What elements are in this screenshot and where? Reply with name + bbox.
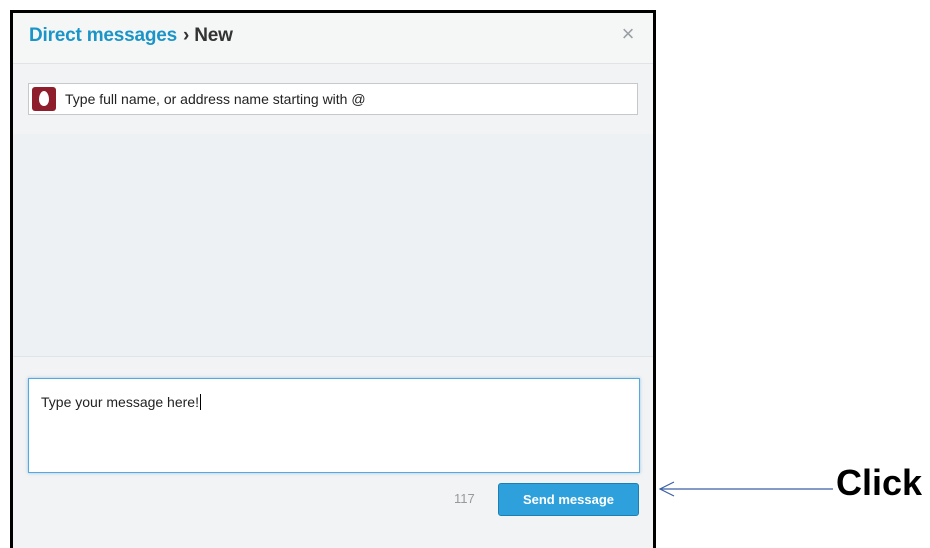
send-message-button[interactable]: Send message (498, 483, 639, 516)
conversation-area (13, 134, 653, 357)
recipient-input[interactable]: Type full name, or address name starting… (28, 83, 638, 115)
direct-message-dialog: Direct messages › New × Type full name, or… (10, 10, 656, 548)
recipient-bar: Type full name, or address name starting… (13, 64, 653, 134)
egg-avatar-icon (32, 87, 56, 111)
message-text-value: Type your message here! (41, 394, 199, 410)
breadcrumb-direct-messages-link[interactable]: Direct messages (29, 25, 177, 46)
breadcrumb: Direct messages › New (29, 25, 233, 47)
breadcrumb-separator: › (183, 25, 190, 46)
recipient-placeholder: Type full name, or address name starting… (65, 91, 366, 107)
breadcrumb-current-page: New (194, 25, 233, 46)
character-counter: 117 (454, 491, 475, 506)
text-cursor (199, 394, 201, 410)
dialog-header: Direct messages › New × (13, 13, 653, 64)
compose-area: Type your message here! 117 Send message (13, 357, 653, 548)
annotation-arrow-icon (658, 481, 833, 497)
message-textarea[interactable]: Type your message here! (28, 378, 640, 473)
close-icon[interactable]: × (617, 21, 639, 47)
message-text: Type your message here! (41, 394, 201, 410)
screenshot-stage: Direct messages › New × Type full name, or… (0, 0, 930, 548)
annotation-click-label: Click (836, 462, 923, 503)
